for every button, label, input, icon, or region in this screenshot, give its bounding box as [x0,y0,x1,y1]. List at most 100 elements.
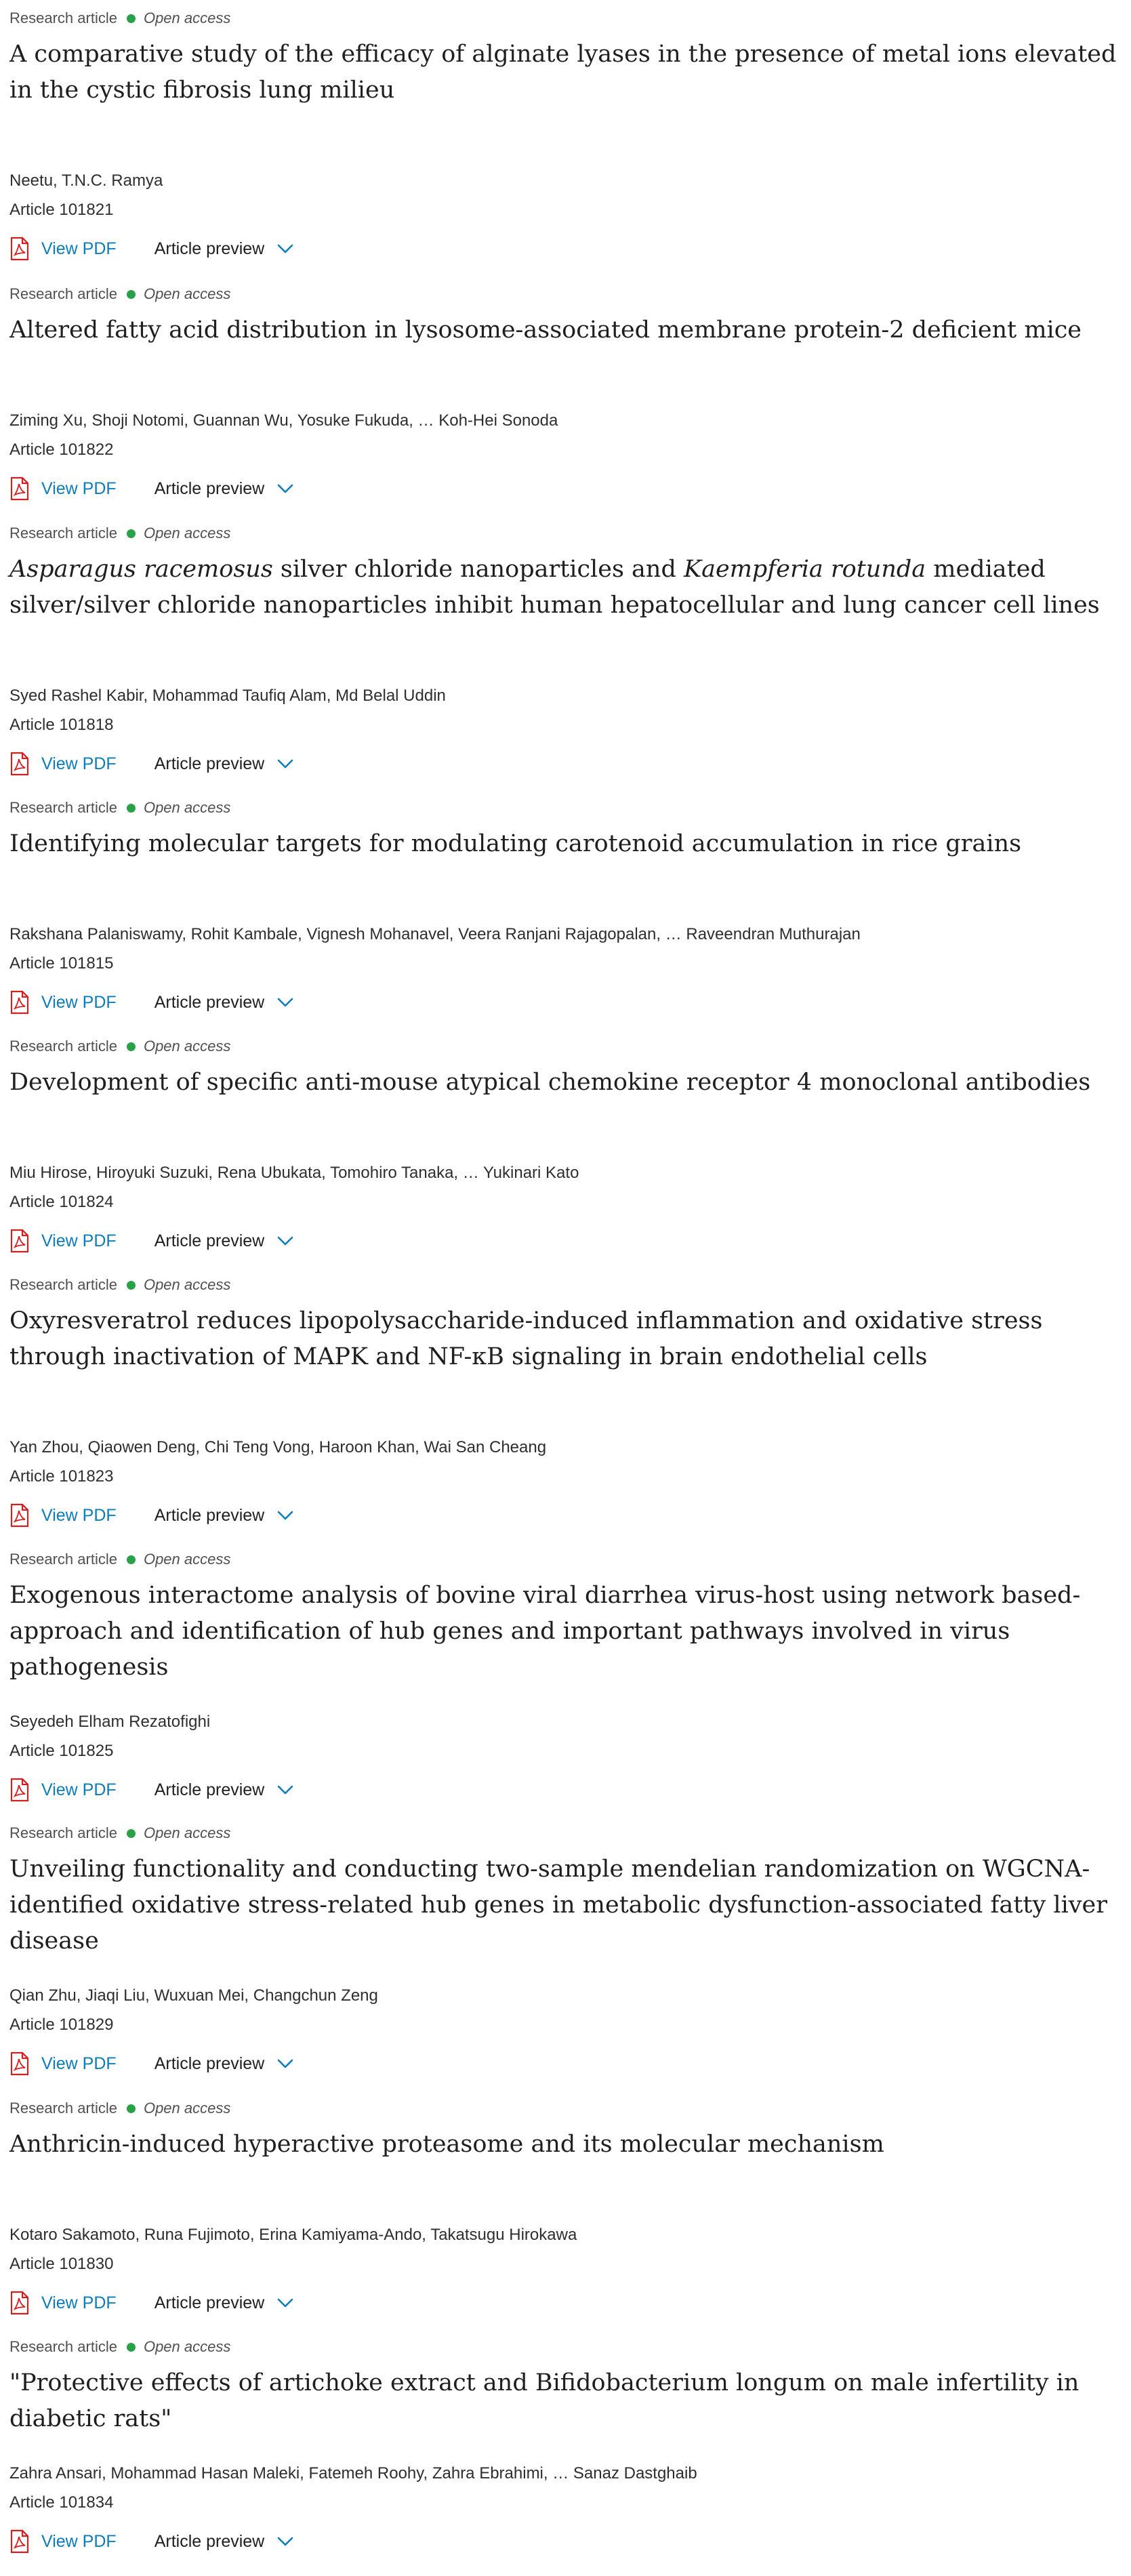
article-meta: Research article Open access [9,1823,230,1843]
article-type: Research article [9,1038,117,1055]
article-number: Article 101830 [9,2255,114,2273]
article-preview-toggle[interactable]: Article preview [155,1231,295,1251]
view-pdf-label: View PDF [41,2053,117,2073]
article-preview-toggle[interactable]: Article preview [155,2532,295,2552]
article-preview-toggle[interactable]: Article preview [155,2054,295,2074]
article-meta: Research article Open access [9,523,230,544]
article-actions: View PDF Article preview [9,475,294,502]
view-pdf-label: View PDF [41,1780,117,1799]
article-number: Article 101815 [9,954,114,973]
open-access-label: Open access [143,285,231,302]
article-preview-toggle[interactable]: Article preview [155,1780,295,1800]
article-authors: Neetu, T.N.C. Ramya [9,171,163,190]
article-authors: Zahra Ansari, Mohammad Hasan Maleki, Fat… [9,2464,697,2482]
view-pdf-link[interactable]: View PDF [9,2051,117,2076]
view-pdf-link[interactable]: View PDF [9,1778,117,1802]
article-meta: Research article Open access [9,284,230,304]
pdf-icon [10,476,29,501]
article-number: Article 101821 [9,201,114,219]
open-access-dot-icon [126,2104,136,2113]
view-pdf-label: View PDF [41,2293,117,2312]
view-pdf-label: View PDF [41,754,117,773]
article-actions: View PDF Article preview [9,1776,294,1803]
article-preview-label: Article preview [154,754,265,773]
article-preview-toggle[interactable]: Article preview [155,239,295,259]
chevron-down-icon [277,484,293,493]
article-number: Article 101818 [9,716,114,734]
open-access-label: Open access [143,9,231,26]
article-title-link[interactable]: Unveiling functionality and conducting t… [9,1852,1124,1959]
article-preview-toggle[interactable]: Article preview [155,754,295,774]
chevron-down-icon [277,244,293,253]
article-preview-toggle[interactable]: Article preview [155,993,295,1013]
article-type: Research article [9,285,117,302]
article-preview-label: Article preview [154,992,265,1012]
article-title-link[interactable]: Altered fatty acid distribution in lysos… [9,312,1124,348]
article-meta: Research article Open access [9,1549,230,1570]
article-type: Research article [9,2338,117,2355]
view-pdf-link[interactable]: View PDF [9,237,117,261]
article-meta: Research article Open access [9,798,230,818]
article-preview-toggle[interactable]: Article preview [155,2293,295,2313]
view-pdf-link[interactable]: View PDF [9,476,117,501]
open-access-label: Open access [143,1276,231,1293]
article-actions: View PDF Article preview [9,1502,294,1529]
pdf-icon [10,2051,29,2076]
open-access-label: Open access [143,2100,231,2117]
article-number: Article 101834 [9,2493,114,2512]
chevron-down-icon [277,1511,293,1520]
article-title-link[interactable]: Identifying molecular targets for modula… [9,826,1124,862]
article-preview-toggle[interactable]: Article preview [155,479,295,499]
article-preview-toggle[interactable]: Article preview [155,1506,295,1526]
open-access-dot-icon [126,1280,136,1290]
chevron-down-icon [277,1785,293,1795]
view-pdf-link[interactable]: View PDF [9,1229,117,1253]
article-title-link[interactable]: Oxyresveratrol reduces lipopolysaccharid… [9,1303,1124,1375]
article-title-link[interactable]: Exogenous interactome analysis of bovine… [9,1578,1124,1685]
article-preview-label: Article preview [154,239,265,258]
chevron-down-icon [277,998,293,1007]
article-title-link[interactable]: A comparative study of the efficacy of a… [9,37,1124,108]
article-meta: Research article Open access [9,1275,230,1295]
article-title-link[interactable]: Anthricin-induced hyperactive proteasome… [9,2127,1124,2163]
article-number: Article 101825 [9,1742,114,1760]
pdf-icon [10,1503,29,1528]
open-access-dot-icon [126,14,136,23]
open-access-label: Open access [143,799,231,816]
open-access-dot-icon [126,2342,136,2352]
pdf-icon [10,990,29,1015]
view-pdf-link[interactable]: View PDF [9,1503,117,1528]
open-access-label: Open access [143,1038,231,1055]
chevron-down-icon [277,1236,293,1246]
pdf-icon [10,752,29,776]
article-authors: Kotaro Sakamoto, Runa Fujimoto, Erina Ka… [9,2226,577,2244]
view-pdf-label: View PDF [41,1231,117,1250]
article-preview-label: Article preview [154,2293,265,2312]
article-actions: View PDF Article preview [9,750,294,777]
chevron-down-icon [277,2059,293,2068]
view-pdf-link[interactable]: View PDF [9,2291,117,2315]
view-pdf-label: View PDF [41,2531,117,2551]
article-preview-label: Article preview [154,1780,265,1799]
article-number: Article 101823 [9,1467,114,1486]
view-pdf-link[interactable]: View PDF [9,990,117,1015]
open-access-label: Open access [143,1551,231,1568]
open-access-dot-icon [126,529,136,538]
chevron-down-icon [277,2537,293,2546]
pdf-icon [10,2291,29,2315]
article-preview-label: Article preview [154,2053,265,2073]
article-authors: Miu Hirose, Hiroyuki Suzuki, Rena Ubukat… [9,1164,579,1182]
article-type: Research article [9,799,117,816]
article-actions: View PDF Article preview [9,2289,294,2316]
article-title-link[interactable]: Asparagus racemosus silver chloride nano… [9,552,1124,623]
open-access-label: Open access [143,525,231,541]
article-meta: Research article Open access [9,2098,230,2119]
view-pdf-link[interactable]: View PDF [9,2529,117,2554]
article-authors: Yan Zhou, Qiaowen Deng, Chi Teng Vong, H… [9,1438,547,1456]
article-preview-label: Article preview [154,1505,265,1525]
view-pdf-link[interactable]: View PDF [9,752,117,776]
open-access-label: Open access [143,1824,231,1841]
article-title-link[interactable]: "Protective effects of artichoke extract… [9,2365,1124,2437]
article-title-link[interactable]: Development of specific anti-mouse atypi… [9,1065,1124,1101]
open-access-dot-icon [126,803,136,813]
